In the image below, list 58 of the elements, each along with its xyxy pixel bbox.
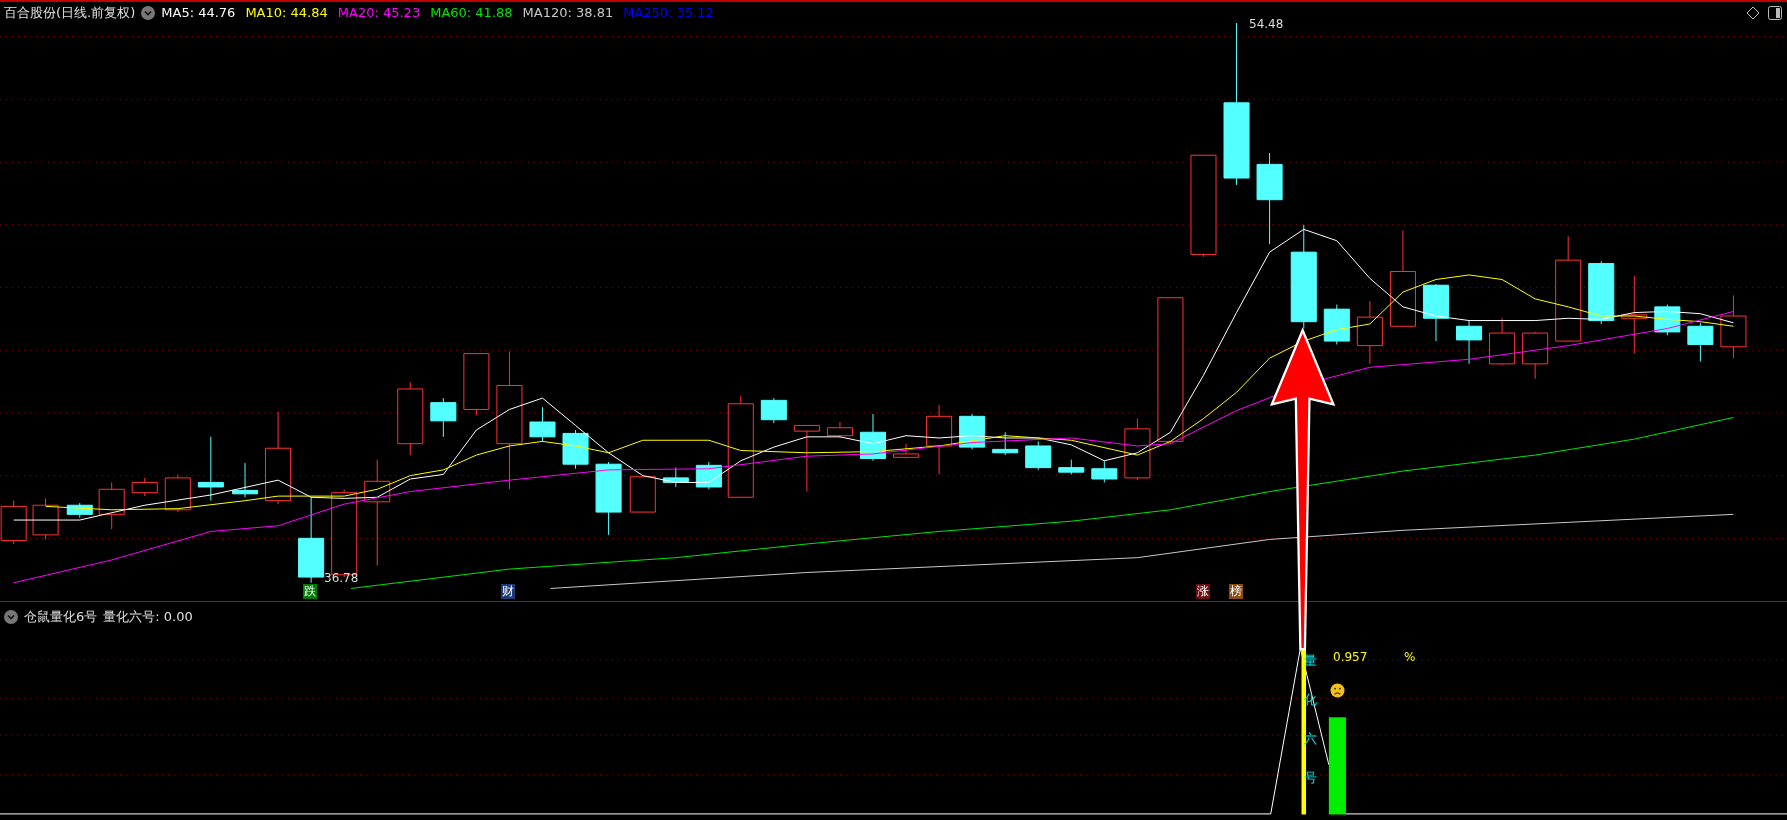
candlestick bbox=[131, 477, 158, 497]
high-price-label: 54.48 bbox=[1249, 17, 1284, 31]
signal-tag: 榜 bbox=[1229, 584, 1243, 599]
candlestick bbox=[859, 413, 886, 462]
candlestick bbox=[1522, 331, 1549, 380]
chart-title: 百合股份(日线.前复权) bbox=[4, 3, 136, 22]
candlestick bbox=[1058, 459, 1085, 475]
candlestick bbox=[1588, 260, 1615, 325]
dropdown-icon[interactable] bbox=[141, 5, 156, 20]
signal-tag: 财 bbox=[501, 584, 515, 599]
candlestick bbox=[760, 397, 787, 424]
candlestick bbox=[197, 436, 224, 502]
signal-tag: 跌 bbox=[303, 584, 317, 599]
candlestick bbox=[164, 473, 191, 513]
indicator-value: MA60: 41.88 bbox=[430, 5, 513, 20]
candlestick bbox=[1489, 317, 1516, 366]
candlestick bbox=[826, 421, 853, 439]
candlestick bbox=[1091, 460, 1118, 483]
candlestick bbox=[66, 502, 93, 519]
candlestick bbox=[1356, 300, 1383, 365]
candlestick bbox=[1124, 418, 1151, 481]
candlestick bbox=[232, 462, 259, 498]
candlestick bbox=[1422, 283, 1449, 342]
candlestick bbox=[893, 443, 920, 459]
dropdown-icon[interactable] bbox=[4, 610, 18, 624]
panel-toggle-icon[interactable] bbox=[1767, 4, 1783, 21]
unit-label: % bbox=[1404, 650, 1416, 664]
candlestick bbox=[32, 497, 59, 540]
low-price-label: 36.78 bbox=[324, 571, 359, 585]
candlestick bbox=[562, 429, 589, 470]
sad-face-icon bbox=[1330, 683, 1345, 698]
candlestick bbox=[662, 467, 689, 488]
indicator-value: MA250: 35.12 bbox=[623, 5, 714, 20]
indicator-title: 仓鼠量化6号 bbox=[24, 608, 98, 626]
candlestick bbox=[1025, 440, 1052, 471]
indicator-value: 0.957 bbox=[1333, 650, 1368, 664]
candlestick bbox=[695, 461, 722, 490]
candlestick bbox=[430, 397, 457, 438]
candlestick bbox=[463, 353, 490, 416]
arrow-icon bbox=[1269, 327, 1336, 651]
indicator-value: MA120: 38.81 bbox=[522, 5, 614, 20]
candlestick bbox=[0, 500, 27, 545]
indicator-value: MA20: 45.23 bbox=[337, 5, 421, 20]
candlestick bbox=[629, 476, 656, 513]
indicator-value: MA5: 44.76 bbox=[161, 5, 236, 20]
candlestick bbox=[793, 424, 820, 493]
candlestick bbox=[98, 481, 125, 530]
candlestick bbox=[992, 431, 1019, 456]
candlestick bbox=[1687, 322, 1714, 363]
candlestick bbox=[1323, 304, 1350, 345]
signal-tag: 涨 bbox=[1196, 584, 1210, 599]
indicator-value: MA10: 44.84 bbox=[245, 5, 328, 20]
candlestick bbox=[926, 404, 953, 475]
diamond-icon[interactable] bbox=[1745, 4, 1761, 21]
candlestick bbox=[529, 406, 556, 442]
indicator-reading: 量化六号: 0.00 bbox=[103, 608, 193, 626]
candlestick bbox=[1456, 320, 1483, 365]
candlestick bbox=[1720, 294, 1747, 359]
